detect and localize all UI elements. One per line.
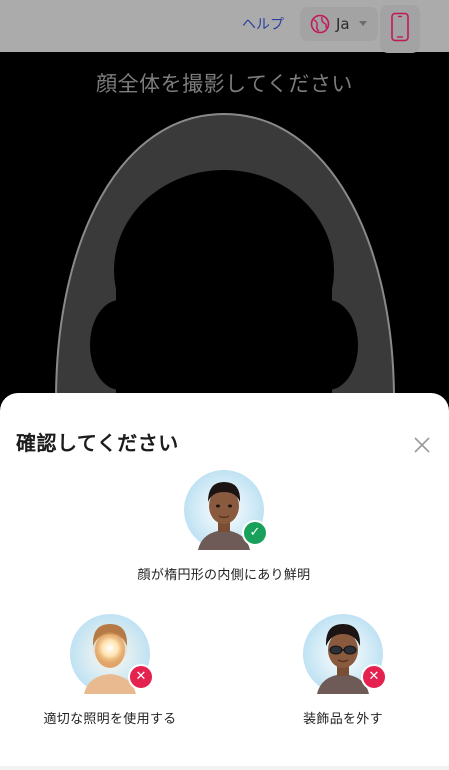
camera-instruction: 顔全体を撮影してください (96, 72, 353, 96)
example-caption: 顔が楕円形の内側にあり鮮明 (137, 568, 311, 583)
chevron-down-icon (359, 21, 367, 26)
close-icon[interactable] (410, 433, 434, 457)
globe-icon (310, 14, 330, 34)
cross-icon: ✕ (128, 664, 154, 690)
portrait-sunglasses: ✕ (303, 614, 387, 694)
home-indicator (0, 766, 449, 770)
example-caption: 装飾品を外す (303, 712, 383, 727)
check-icon: ✓ (242, 520, 268, 546)
checklist-sheet: 確認してください ✓ 顔が楕円形の内側にあり鮮明 ✕ 適切な照明を使用する ✕ … (0, 393, 449, 770)
device-switch-button[interactable] (380, 5, 420, 53)
portrait-correct: ✓ (184, 470, 268, 550)
sheet-title: 確認してください (16, 431, 179, 455)
top-bar: ヘルプ Ja (0, 0, 449, 53)
example-caption: 適切な照明を使用する (43, 712, 177, 727)
language-label: Ja (336, 15, 350, 33)
portrait-overexposed: ✕ (70, 614, 154, 694)
face-guide-oval (54, 112, 396, 400)
example-lighting: ✕ 適切な照明を使用する (0, 614, 220, 727)
smartphone-icon (391, 12, 409, 42)
example-accessories: ✕ 装飾品を外す (233, 614, 449, 727)
cross-icon: ✕ (361, 664, 387, 690)
example-face-centered: ✓ 顔が楕円形の内側にあり鮮明 (114, 470, 334, 583)
language-selector[interactable]: Ja (300, 7, 378, 41)
help-link[interactable]: ヘルプ (242, 14, 284, 34)
